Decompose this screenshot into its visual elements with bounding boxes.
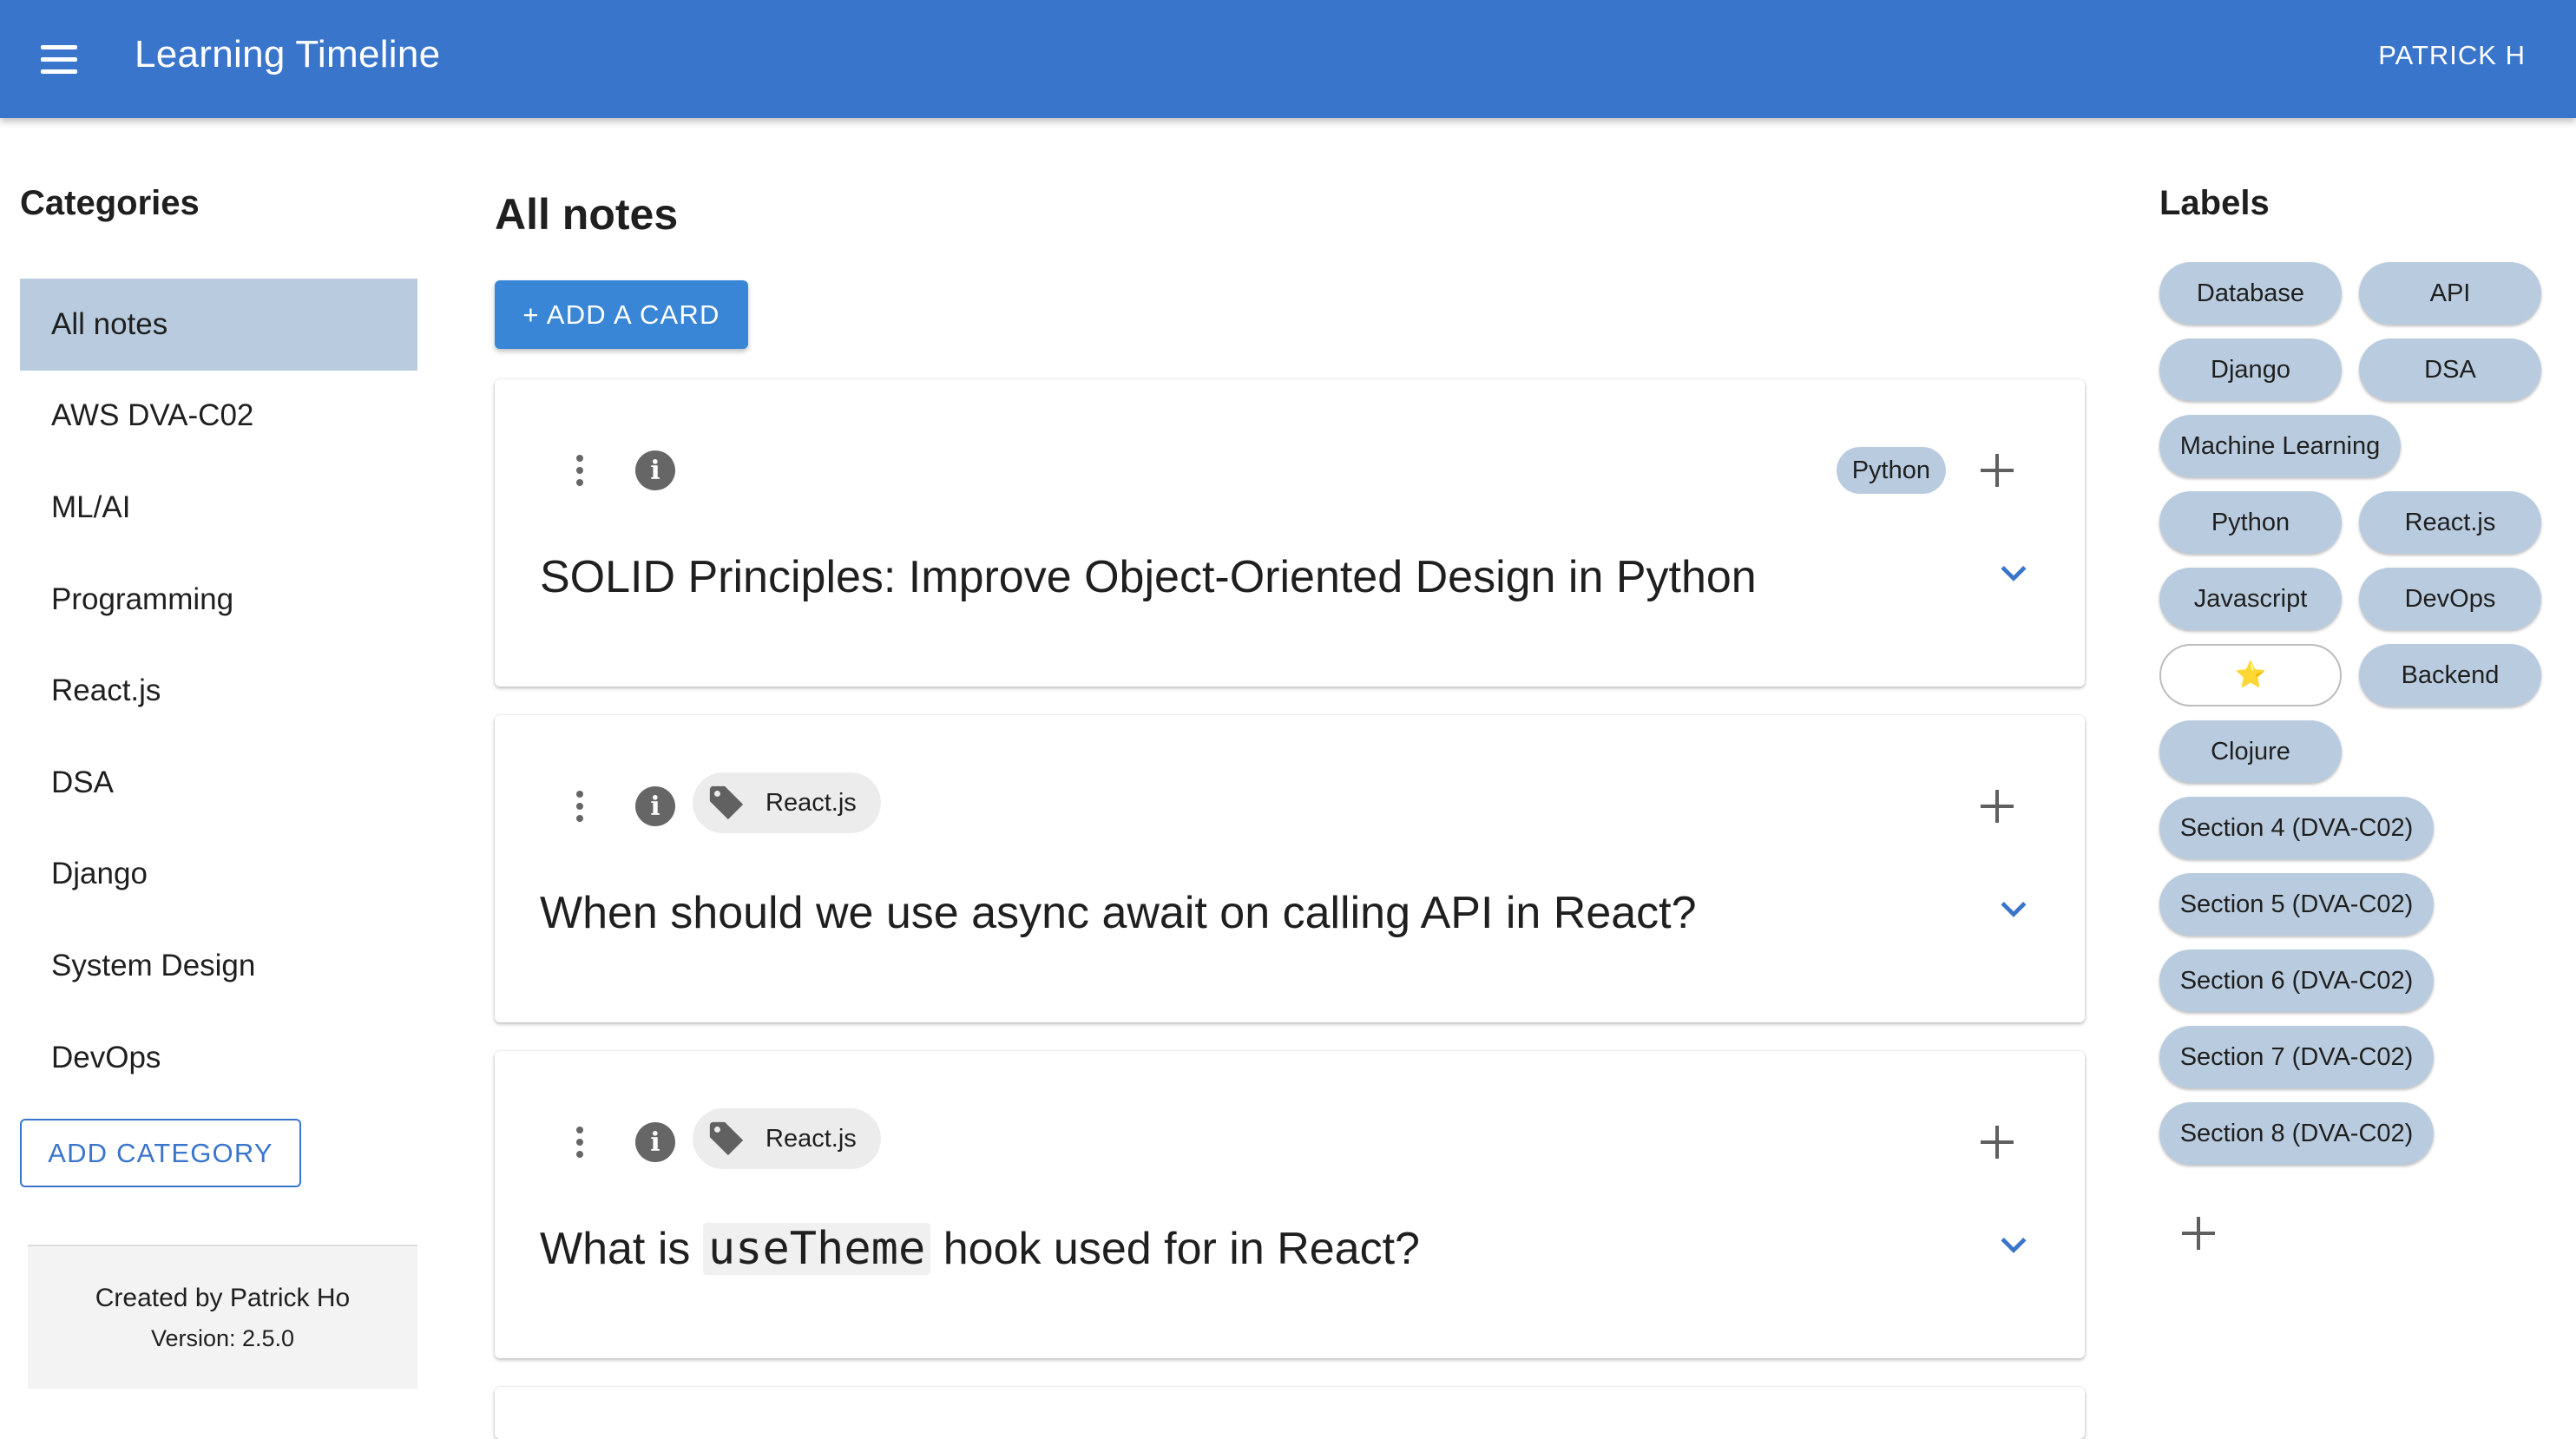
label-chip-clojure[interactable]: Clojure bbox=[2159, 720, 2342, 783]
category-item-programming[interactable]: Programming bbox=[20, 554, 417, 646]
label-chip-api[interactable]: API bbox=[2359, 262, 2541, 325]
chevron-down-icon[interactable] bbox=[1994, 890, 2033, 929]
category-item-ml-ai[interactable]: ML/AI bbox=[20, 462, 417, 554]
more-vert-icon[interactable] bbox=[569, 447, 590, 494]
category-item-aws-dva-c02[interactable]: AWS DVA-C02 bbox=[20, 371, 417, 463]
card-title: What is useTheme hook used for in React? bbox=[540, 1223, 1420, 1275]
chevron-down-icon[interactable] bbox=[1994, 1226, 2033, 1265]
add-card-button[interactable]: + ADD A CARD bbox=[495, 280, 748, 349]
label-chip-reactjs[interactable]: React.js bbox=[2359, 491, 2541, 554]
label-chip-star[interactable]: ⭐ bbox=[2159, 644, 2342, 706]
more-vert-icon[interactable] bbox=[569, 1119, 590, 1166]
user-menu-button[interactable]: PATRICK H bbox=[2378, 40, 2526, 71]
category-item-devops[interactable]: DevOps bbox=[20, 1012, 417, 1104]
label-chip-section-7[interactable]: Section 7 (DVA-C02) bbox=[2159, 1026, 2434, 1088]
category-item-all-notes[interactable]: All notes bbox=[20, 279, 417, 371]
footer-version: Version: 2.5.0 bbox=[150, 1324, 295, 1351]
info-icon[interactable]: i bbox=[635, 786, 675, 826]
app-title: Learning Timeline bbox=[135, 33, 441, 76]
label-chip-database[interactable]: Database bbox=[2159, 262, 2342, 325]
card-title-text: What is bbox=[540, 1224, 703, 1274]
tag-label: React.js bbox=[766, 788, 857, 817]
label-chip[interactable]: Python bbox=[1836, 447, 1946, 494]
label-chip-django[interactable]: Django bbox=[2159, 338, 2342, 401]
category-item-reactjs[interactable]: React.js bbox=[20, 645, 417, 737]
note-card bbox=[495, 1387, 2085, 1439]
info-icon[interactable]: i bbox=[635, 450, 675, 490]
label-chip-section-6[interactable]: Section 6 (DVA-C02) bbox=[2159, 949, 2434, 1012]
card-title-text: hook used for in React? bbox=[930, 1224, 1420, 1274]
app-footer: Created by Patrick Ho Version: 2.5.0 bbox=[28, 1245, 417, 1389]
tag-chip[interactable]: React.js bbox=[693, 772, 881, 833]
tag-chip[interactable]: React.js bbox=[693, 1108, 881, 1169]
add-label-icon[interactable] bbox=[1979, 1124, 2015, 1160]
category-item-system-design[interactable]: System Design bbox=[20, 920, 417, 1012]
app-bar: Learning Timeline PATRICK H bbox=[0, 0, 2576, 118]
add-label-icon[interactable] bbox=[2180, 1215, 2217, 1252]
note-card: i React.js What is useTheme hook used fo… bbox=[495, 1051, 2085, 1358]
add-label-icon[interactable] bbox=[1979, 788, 2015, 825]
note-card: i React.js When should we use async awai… bbox=[495, 715, 2085, 1022]
label-chip-javascript[interactable]: Javascript bbox=[2159, 568, 2342, 630]
menu-icon[interactable] bbox=[31, 31, 87, 87]
label-chip-dsa[interactable]: DSA bbox=[2359, 338, 2541, 401]
label-chip-section-8[interactable]: Section 8 (DVA-C02) bbox=[2159, 1102, 2434, 1165]
footer-created-by: Created by Patrick Ho bbox=[95, 1283, 351, 1312]
categories-heading: Categories bbox=[20, 184, 200, 222]
add-label-icon[interactable] bbox=[1979, 452, 2015, 489]
card-title: When should we use async await on callin… bbox=[540, 888, 1697, 938]
chevron-down-icon[interactable] bbox=[1994, 555, 2033, 593]
category-item-dsa[interactable]: DSA bbox=[20, 737, 417, 829]
note-card: i Python SOLID Principles: Improve Objec… bbox=[495, 379, 2085, 687]
label-chip-backend[interactable]: Backend bbox=[2359, 644, 2541, 706]
label-chip-machine-learning[interactable]: Machine Learning bbox=[2159, 415, 2401, 477]
tag-icon bbox=[709, 1121, 744, 1156]
info-icon[interactable]: i bbox=[635, 1122, 675, 1162]
category-list: All notes AWS DVA-C02 ML/AI Programming … bbox=[20, 279, 417, 1103]
category-item-django[interactable]: Django bbox=[20, 829, 417, 921]
more-vert-icon[interactable] bbox=[569, 783, 590, 830]
label-chip-section-5[interactable]: Section 5 (DVA-C02) bbox=[2159, 873, 2434, 936]
labels-heading: Labels bbox=[2159, 184, 2270, 222]
label-chip-python[interactable]: Python bbox=[2159, 491, 2342, 554]
page-title: All notes bbox=[495, 190, 679, 239]
tag-label: React.js bbox=[766, 1124, 857, 1153]
label-chip-section-4[interactable]: Section 4 (DVA-C02) bbox=[2159, 797, 2434, 859]
card-title: SOLID Principles: Improve Object-Oriente… bbox=[540, 552, 1757, 602]
label-chip-devops[interactable]: DevOps bbox=[2359, 568, 2541, 630]
tag-icon bbox=[709, 785, 744, 820]
card-title-code: useTheme bbox=[702, 1223, 931, 1275]
add-category-button[interactable]: ADD CATEGORY bbox=[20, 1119, 301, 1187]
